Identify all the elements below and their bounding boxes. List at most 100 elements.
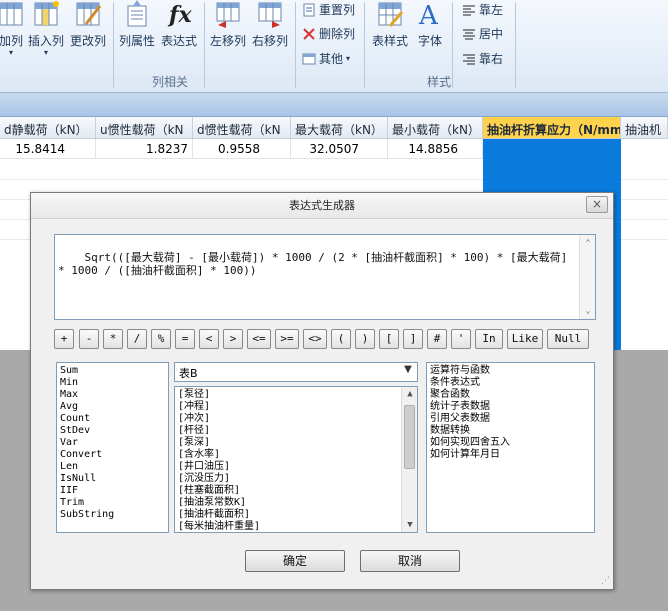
table-select[interactable]: 表B ▼ [174,362,418,382]
column-header[interactable]: d静载荷（kN） [0,117,96,139]
delete-column-button[interactable]: 删除列 [302,25,355,42]
column-header[interactable]: 最大载荷（kN） [291,117,388,139]
list-item[interactable]: IsNull [60,473,165,485]
ok-button[interactable]: 确定 [245,550,345,572]
expression-editor[interactable]: Sqrt(([最大载荷] - [最小载荷]) * 1000 / (2 * [抽油… [54,234,596,320]
operator-greater-equal-button[interactable]: >= [275,329,299,349]
operator-not-equal-button[interactable]: <> [303,329,327,349]
operator-less-button[interactable]: < [199,329,219,349]
align-right-button[interactable]: 靠右 [462,50,503,67]
font-button[interactable]: A 字体 [412,0,448,49]
operator-equals-button[interactable]: = [175,329,195,349]
list-item[interactable]: 如何实现四舍五入 [430,437,591,449]
cancel-button[interactable]: 取消 [360,550,460,572]
operator-minus-button[interactable]: - [79,329,99,349]
list-item[interactable]: [柱塞截面积] [178,485,397,497]
list-item[interactable]: [泵径] [178,389,397,401]
list-item[interactable]: 统计子表数据 [430,401,591,413]
add-column-button[interactable]: 加列 ▾ [0,0,24,57]
list-item[interactable]: [冲次] [178,413,397,425]
operator-quote-button[interactable]: ' [451,329,471,349]
table-cell[interactable]: 15.8414 [0,139,96,159]
reset-column-button[interactable]: 重置列 [302,1,355,18]
delete-column-icon [303,27,315,40]
list-item[interactable]: [泵深] [178,437,397,449]
chevron-down-icon[interactable]: ▼ [401,364,415,380]
list-item[interactable]: Max [60,389,165,401]
scroll-up-icon[interactable]: ⌃ [580,236,596,250]
list-item[interactable]: [含水率] [178,449,397,461]
list-item[interactable]: [抽油泵常数K] [178,497,397,509]
list-item[interactable]: 运算符与函数 [430,365,591,377]
list-item[interactable]: Min [60,377,165,389]
table-cell[interactable]: 1.8237 [96,139,193,159]
field-list[interactable]: [泵径] [冲程] [冲次] [杆径] [泵深] [含水率] [井口油压] [沉… [174,386,418,533]
list-item[interactable]: 引用父表数据 [430,413,591,425]
scroll-down-icon[interactable]: ▼ [402,519,417,531]
align-left-button[interactable]: 靠左 [462,1,503,18]
list-item[interactable]: Count [60,413,165,425]
list-item[interactable]: [沉没压力] [178,473,397,485]
expression-text[interactable]: Sqrt(([最大载荷] - [最小载荷]) * 1000 / (2 * [抽油… [58,251,574,277]
list-item[interactable]: [杆径] [178,425,397,437]
operator-like-button[interactable]: Like [507,329,543,349]
list-item[interactable]: Avg [60,401,165,413]
function-list[interactable]: Sum Min Max Avg Count StDev Var Convert … [56,362,169,533]
operator-in-button[interactable]: In [475,329,503,349]
operator-less-equal-button[interactable]: <= [247,329,271,349]
list-item[interactable]: 聚合函数 [430,389,591,401]
list-item[interactable]: Len [60,461,165,473]
other-button[interactable]: 其他 ▾ [302,50,350,67]
close-button[interactable]: × [586,196,608,213]
list-item[interactable]: [井口油压] [178,461,397,473]
table-style-button[interactable]: 表样式 [370,0,410,49]
column-header[interactable]: 最小载荷（kN） [388,117,483,139]
operator-plus-button[interactable]: + [54,329,74,349]
help-topic-list[interactable]: 运算符与函数 条件表达式 聚合函数 统计子表数据 引用父表数据 数据转换 如何实… [426,362,595,533]
column-header[interactable]: 抽油机 [621,117,668,139]
operator-modulo-button[interactable]: % [151,329,171,349]
table-cell[interactable]: 0.9558 [193,139,291,159]
move-right-button[interactable]: 右移列 [250,0,290,49]
insert-column-button[interactable]: 插入列 ▾ [26,0,66,57]
operator-null-button[interactable]: Null [547,329,589,349]
operator-open-bracket-button[interactable]: [ [379,329,399,349]
list-item[interactable]: Sum [60,365,165,377]
list-item[interactable]: SubString [60,509,165,521]
scroll-thumb[interactable] [404,405,415,469]
operator-close-bracket-button[interactable]: ] [403,329,423,349]
resize-grip-icon[interactable]: ⋰ [601,576,610,586]
move-left-button[interactable]: 左移列 [208,0,248,49]
operator-divide-button[interactable]: / [127,329,147,349]
scroll-down-icon[interactable]: ⌄ [580,304,596,318]
field-list-scrollbar[interactable]: ▲ ▼ [401,387,417,532]
edit-column-button[interactable]: 更改列 [68,0,108,49]
operator-hash-button[interactable]: # [427,329,447,349]
table-cell[interactable]: 14.8856 [388,139,483,159]
operator-close-paren-button[interactable]: ) [355,329,375,349]
list-item[interactable]: [每米抽油杆重量] [178,521,397,532]
column-header[interactable]: d惯性载荷（kN [193,117,291,139]
column-header[interactable]: u惯性载荷（kN [96,117,193,139]
list-item[interactable]: StDev [60,425,165,437]
list-item[interactable]: Var [60,437,165,449]
list-item[interactable]: Trim [60,497,165,509]
column-properties-button[interactable]: 列属性 [117,0,157,49]
table-cell[interactable]: 32.0507 [291,139,388,159]
operator-open-paren-button[interactable]: ( [331,329,351,349]
list-item[interactable]: [冲程] [178,401,397,413]
list-item[interactable]: 如何计算年月日 [430,449,591,461]
list-item[interactable]: Convert [60,449,165,461]
operator-multiply-button[interactable]: * [103,329,123,349]
column-header-selected[interactable]: 抽油杆折算应力（N/mm2 [483,117,621,139]
list-item[interactable]: 数据转换 [430,425,591,437]
list-item[interactable]: IIF [60,485,165,497]
other-icon [302,53,316,64]
scroll-up-icon[interactable]: ▲ [402,388,417,400]
list-item[interactable]: 条件表达式 [430,377,591,389]
operator-greater-button[interactable]: > [223,329,243,349]
list-item[interactable]: [抽油杆截面积] [178,509,397,521]
expression-scrollbar[interactable]: ⌃ ⌄ [579,235,595,319]
expression-button[interactable]: fx 表达式 [159,0,199,49]
align-center-button[interactable]: 居中 [462,25,503,42]
